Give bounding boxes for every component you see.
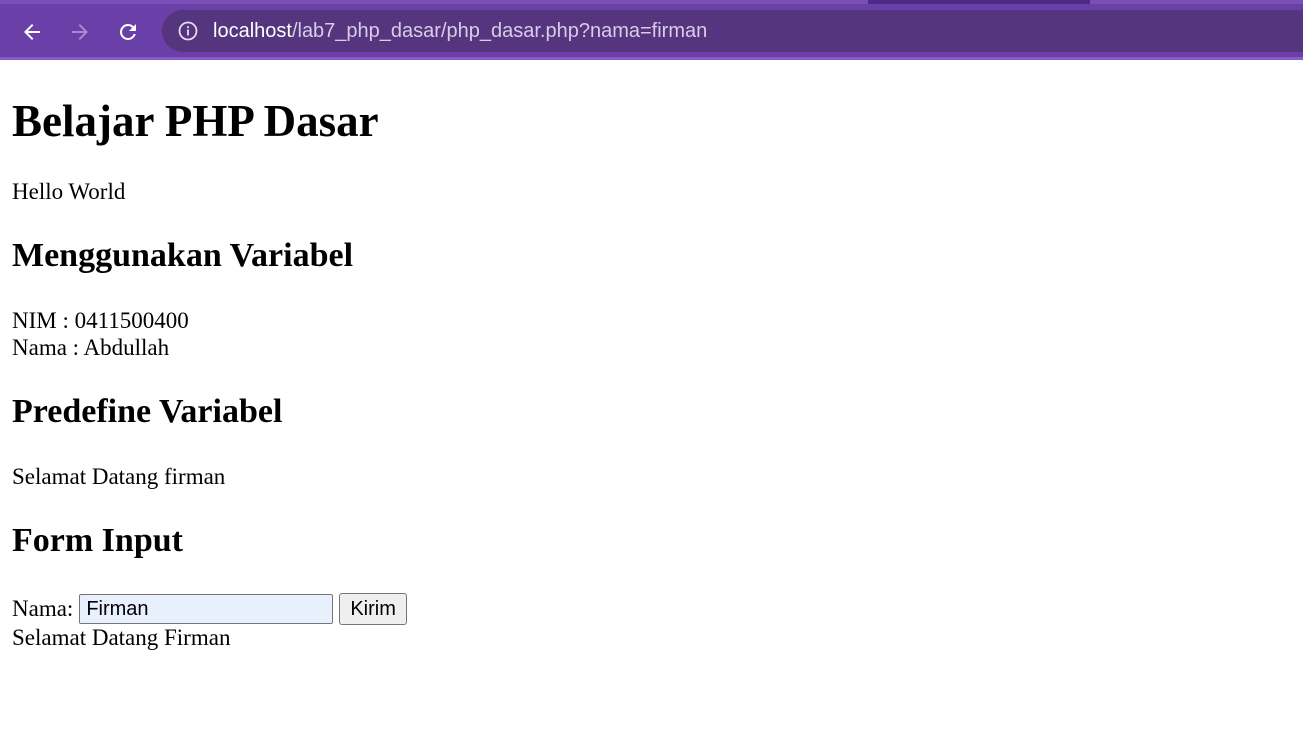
arrow-right-icon [72, 24, 88, 40]
url-path: /lab7_php_dasar/php_dasar.php?nama=firma… [291, 20, 708, 42]
forward-button[interactable] [62, 14, 98, 50]
heading-form: Form Input [12, 522, 183, 559]
heading-variabel: Menggunakan Variabel [12, 237, 354, 274]
kirim-button[interactable]: Kirim [339, 593, 407, 625]
page-content: Belajar PHP Dasar Hello World Menggunaka… [12, 60, 1303, 729]
url-host: localhost [213, 20, 292, 42]
tab-inactive[interactable] [1090, 0, 1303, 4]
tab-inactive[interactable] [0, 0, 868, 4]
reload-button[interactable] [110, 14, 146, 50]
url-text[interactable]: localhost/lab7_php_dasar/php_dasar.php?n… [213, 10, 707, 52]
nama-text: Nama : Abdullah [12, 335, 170, 360]
address-bar[interactable]: localhost/lab7_php_dasar/php_dasar.php?n… [162, 10, 1303, 52]
info-icon[interactable] [178, 21, 198, 41]
arrow-left-icon [24, 24, 40, 40]
browser-toolbar: localhost/lab7_php_dasar/php_dasar.php?n… [0, 0, 1303, 60]
reload-icon [119, 23, 136, 40]
welcome-get-text: Selamat Datang firman [12, 464, 226, 489]
name-form: Nama: Kirim [12, 593, 407, 625]
hello-text: Hello World [12, 179, 126, 204]
nim-text: NIM : 0411500400 [12, 308, 189, 333]
tab-strip [0, 0, 1303, 4]
page-title: Belajar PHP Dasar [12, 96, 379, 146]
back-button[interactable] [14, 14, 50, 50]
nama-input[interactable] [79, 594, 334, 624]
welcome-post-text: Selamat Datang Firman [12, 625, 231, 650]
nama-label: Nama: [12, 596, 74, 621]
heading-predefine: Predefine Variabel [12, 393, 283, 430]
